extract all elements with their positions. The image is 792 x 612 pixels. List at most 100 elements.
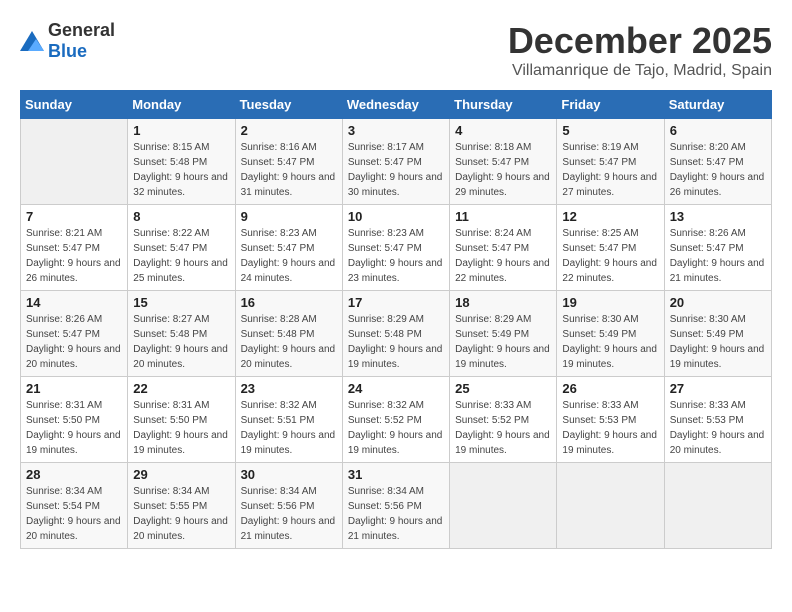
weekday-header-row: Sunday Monday Tuesday Wednesday Thursday… xyxy=(21,91,772,119)
calendar-table: Sunday Monday Tuesday Wednesday Thursday… xyxy=(20,90,772,549)
cell-w3-d2: 15 Sunrise: 8:27 AMSunset: 5:48 PMDayligh… xyxy=(128,291,235,377)
day-number: 15 xyxy=(133,295,229,310)
week-row-1: 1Sunrise: 8:15 AMSunset: 5:48 PMDaylight… xyxy=(21,119,772,205)
day-number: 4 xyxy=(455,123,551,138)
logo-blue: Blue xyxy=(48,41,87,61)
day-info: Sunrise: 8:31 AMSunset: 5:50 PMDaylight:… xyxy=(26,400,121,456)
day-number: 24 xyxy=(348,381,444,396)
cell-w4-d6: 26Sunrise: 8:33 AMSunset: 5:53 PMDayligh… xyxy=(557,377,664,463)
day-info: Sunrise: 8:21 AMSunset: 5:47 PMDaylight:… xyxy=(26,228,121,284)
day-info: Sunrise: 8:33 AMSunset: 5:53 PMDaylight:… xyxy=(670,400,765,456)
cell-w3-d4: 17Sunrise: 8:29 AMSunset: 5:48 PMDayligh… xyxy=(342,291,449,377)
day-number: 23 xyxy=(241,381,337,396)
month-title: December 2025 xyxy=(508,20,772,62)
cell-w3-d7: 20Sunrise: 8:30 AMSunset: 5:49 PMDayligh… xyxy=(664,291,771,377)
day-number: 6 xyxy=(670,123,766,138)
day-info: Sunrise: 8:24 AMSunset: 5:47 PMDaylight:… xyxy=(455,228,550,284)
cell-w5-d6 xyxy=(557,463,664,549)
cell-w2-d4: 10Sunrise: 8:23 AMSunset: 5:47 PMDayligh… xyxy=(342,205,449,291)
cell-w5-d3: 30 Sunrise: 8:34 AMSunset: 5:56 PMDayligh… xyxy=(235,463,342,549)
day-info: Sunrise: 8:27 AMSunset: 5:48 PMDaylight:… xyxy=(133,314,228,370)
day-info: Sunrise: 8:20 AMSunset: 5:47 PMDaylight:… xyxy=(670,142,765,198)
day-info: Sunrise: 8:22 AMSunset: 5:47 PMDaylight:… xyxy=(133,228,228,284)
day-info: Sunrise: 8:34 AMSunset: 5:54 PMDaylight:… xyxy=(26,486,121,542)
day-number: 11 xyxy=(455,209,551,224)
logo-general: General xyxy=(48,20,115,40)
day-number: 7 xyxy=(26,209,122,224)
day-number: 14 xyxy=(26,295,122,310)
day-info: Sunrise: 8:28 AMSunset: 5:48 PMDaylight:… xyxy=(241,314,336,370)
logo: General Blue xyxy=(20,20,115,62)
cell-w4-d5: 25 Sunrise: 8:33 AMSunset: 5:52 PMDayligh… xyxy=(450,377,557,463)
cell-w5-d7 xyxy=(664,463,771,549)
day-number: 18 xyxy=(455,295,551,310)
header-saturday: Saturday xyxy=(664,91,771,119)
day-info: Sunrise: 8:26 AMSunset: 5:47 PMDaylight:… xyxy=(670,228,765,284)
day-number: 5 xyxy=(562,123,658,138)
day-info: Sunrise: 8:25 AMSunset: 5:47 PMDaylight:… xyxy=(562,228,657,284)
day-number: 21 xyxy=(26,381,122,396)
day-number: 9 xyxy=(241,209,337,224)
day-info: Sunrise: 8:34 AMSunset: 5:56 PMDaylight:… xyxy=(241,486,336,542)
cell-w5-d4: 31 Sunrise: 8:34 AMSunset: 5:56 PMDayligh… xyxy=(342,463,449,549)
day-number: 13 xyxy=(670,209,766,224)
day-info: Sunrise: 8:33 AMSunset: 5:52 PMDaylight:… xyxy=(455,400,550,456)
cell-w2-d2: 8 Sunrise: 8:22 AMSunset: 5:47 PMDaylight… xyxy=(128,205,235,291)
day-number: 27 xyxy=(670,381,766,396)
day-number: 25 xyxy=(455,381,551,396)
header-monday: Monday xyxy=(128,91,235,119)
cell-w3-d6: 19 Sunrise: 8:30 AMSunset: 5:49 PMDayligh… xyxy=(557,291,664,377)
cell-w1-d5: 4Sunrise: 8:18 AMSunset: 5:47 PMDaylight… xyxy=(450,119,557,205)
cell-w1-d6: 5 Sunrise: 8:19 AMSunset: 5:47 PMDaylight… xyxy=(557,119,664,205)
header-thursday: Thursday xyxy=(450,91,557,119)
cell-w5-d5 xyxy=(450,463,557,549)
day-info: Sunrise: 8:32 AMSunset: 5:52 PMDaylight:… xyxy=(348,400,443,456)
header-sunday: Sunday xyxy=(21,91,128,119)
day-number: 29 xyxy=(133,467,229,482)
day-info: Sunrise: 8:34 AMSunset: 5:55 PMDaylight:… xyxy=(133,486,228,542)
day-number: 20 xyxy=(670,295,766,310)
logo-text: General Blue xyxy=(48,20,115,62)
day-info: Sunrise: 8:19 AMSunset: 5:47 PMDaylight:… xyxy=(562,142,657,198)
day-info: Sunrise: 8:31 AMSunset: 5:50 PMDaylight:… xyxy=(133,400,228,456)
day-number: 31 xyxy=(348,467,444,482)
day-info: Sunrise: 8:30 AMSunset: 5:49 PMDaylight:… xyxy=(562,314,657,370)
cell-w4-d2: 22 Sunrise: 8:31 AMSunset: 5:50 PMDayligh… xyxy=(128,377,235,463)
page-header: General Blue December 2025 Villamanrique… xyxy=(20,20,772,80)
week-row-3: 14 Sunrise: 8:26 AMSunset: 5:47 PMDayligh… xyxy=(21,291,772,377)
day-number: 3 xyxy=(348,123,444,138)
header-friday: Friday xyxy=(557,91,664,119)
day-info: Sunrise: 8:34 AMSunset: 5:56 PMDaylight:… xyxy=(348,486,443,542)
week-row-4: 21 Sunrise: 8:31 AMSunset: 5:50 PMDayligh… xyxy=(21,377,772,463)
day-info: Sunrise: 8:29 AMSunset: 5:48 PMDaylight:… xyxy=(348,314,443,370)
cell-w2-d6: 12Sunrise: 8:25 AMSunset: 5:47 PMDayligh… xyxy=(557,205,664,291)
title-area: December 2025 Villamanrique de Tajo, Mad… xyxy=(508,20,772,80)
week-row-2: 7 Sunrise: 8:21 AMSunset: 5:47 PMDaylight… xyxy=(21,205,772,291)
location-title: Villamanrique de Tajo, Madrid, Spain xyxy=(508,62,772,80)
day-number: 30 xyxy=(241,467,337,482)
cell-w3-d5: 18 Sunrise: 8:29 AMSunset: 5:49 PMDayligh… xyxy=(450,291,557,377)
cell-w2-d5: 11 Sunrise: 8:24 AMSunset: 5:47 PMDayligh… xyxy=(450,205,557,291)
header-tuesday: Tuesday xyxy=(235,91,342,119)
day-info: Sunrise: 8:32 AMSunset: 5:51 PMDaylight:… xyxy=(241,400,336,456)
day-number: 1 xyxy=(133,123,229,138)
cell-w1-d3: 2Sunrise: 8:16 AMSunset: 5:47 PMDaylight… xyxy=(235,119,342,205)
day-number: 19 xyxy=(562,295,658,310)
day-number: 22 xyxy=(133,381,229,396)
day-info: Sunrise: 8:23 AMSunset: 5:47 PMDaylight:… xyxy=(348,228,443,284)
day-number: 16 xyxy=(241,295,337,310)
day-info: Sunrise: 8:26 AMSunset: 5:47 PMDaylight:… xyxy=(26,314,121,370)
cell-w1-d7: 6 Sunrise: 8:20 AMSunset: 5:47 PMDaylight… xyxy=(664,119,771,205)
day-number: 28 xyxy=(26,467,122,482)
cell-w2-d3: 9Sunrise: 8:23 AMSunset: 5:47 PMDaylight… xyxy=(235,205,342,291)
cell-w4-d7: 27 Sunrise: 8:33 AMSunset: 5:53 PMDayligh… xyxy=(664,377,771,463)
day-info: Sunrise: 8:17 AMSunset: 5:47 PMDaylight:… xyxy=(348,142,443,198)
cell-w3-d3: 16 Sunrise: 8:28 AMSunset: 5:48 PMDayligh… xyxy=(235,291,342,377)
day-number: 2 xyxy=(241,123,337,138)
cell-w1-d4: 3 Sunrise: 8:17 AMSunset: 5:47 PMDaylight… xyxy=(342,119,449,205)
day-number: 8 xyxy=(133,209,229,224)
logo-icon xyxy=(20,31,44,51)
cell-w5-d1: 28 Sunrise: 8:34 AMSunset: 5:54 PMDayligh… xyxy=(21,463,128,549)
cell-w4-d4: 24 Sunrise: 8:32 AMSunset: 5:52 PMDayligh… xyxy=(342,377,449,463)
day-info: Sunrise: 8:29 AMSunset: 5:49 PMDaylight:… xyxy=(455,314,550,370)
